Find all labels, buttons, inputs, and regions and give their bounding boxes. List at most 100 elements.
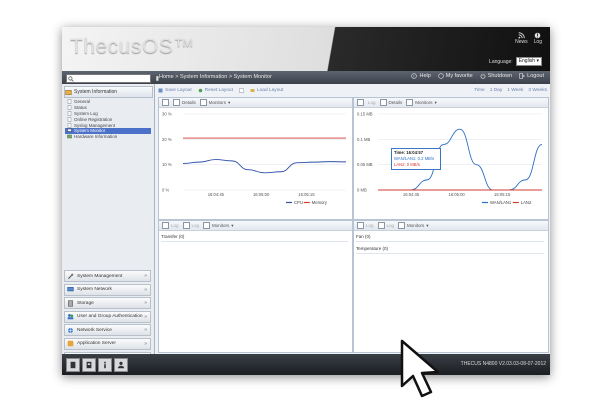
tooltip-lan2: LAN2: 0 MB/s [394,162,420,167]
panel-menu-button[interactable] [162,99,169,106]
menu-item-system-network[interactable]: System Network » [64,283,151,296]
user-icon[interactable] [114,358,128,372]
tree-item-label: Hardware Information [74,134,118,140]
checkbox-icon [406,99,414,106]
status-icon[interactable] [82,358,96,372]
shutdown-button[interactable]: Shutdown [480,73,512,79]
network-panel: Log Details Monitors ▾ 0.15 MB 0.1 MB 0.05… [353,97,549,220]
log-label-2: Log [386,223,395,228]
tools-icon [67,273,74,280]
help-icon: ? [411,73,418,79]
menu-item-system-management[interactable]: System Management » [64,270,151,282]
logout-button[interactable]: Logout [519,73,544,79]
checkbox-icon [357,222,364,229]
monitors-button[interactable]: Monitors ▾ [406,99,437,106]
log-label-2: Log [191,223,200,228]
brand-logo: ThecusOS™ [70,35,195,58]
divider [161,241,348,242]
checkbox-icon [398,222,406,229]
monitor-icon [67,128,72,133]
language-select[interactable]: English ▾ [515,57,542,66]
language-value: English [518,58,536,64]
news-link[interactable]: News [515,32,528,45]
legend-label: LAN2 [521,200,532,205]
log-button-2[interactable]: Log [377,222,395,229]
info-icon[interactable] [98,358,112,372]
tree-item-label: System Monitor [74,128,106,134]
monitors-label: Monitors [415,100,433,105]
monitors-button[interactable]: Monitors ▾ [203,222,234,229]
panel-toolbar: Log Log Monitors ▾ [159,221,352,231]
top-actions: ? Help My favorite Shutdown Logout [411,73,544,79]
alert-icon [535,32,541,39]
search-icon [67,75,74,82]
legend-label: Memory [312,200,328,205]
panel-toolbar: Log Details Monitors ▾ [354,98,548,108]
save-layout-label: Save Layout [165,88,192,93]
menu-item-label: Storage [77,300,94,306]
save-layout-button[interactable]: Save Layout [158,88,192,93]
log-link[interactable]: Log [534,32,542,45]
monitors-button[interactable]: Monitors ▾ [398,222,429,229]
menu-item-label: System Management [77,273,123,279]
menu-item-storage[interactable]: Storage » [64,297,151,310]
details-button[interactable]: Details [379,99,402,106]
checkbox-icon [182,222,190,229]
monitors-button[interactable]: Monitors ▾ [199,99,230,106]
log-button[interactable]: Log [368,100,376,105]
time-1day-option[interactable]: 1 Day [490,88,503,93]
tree-item-hardware-information[interactable]: Hardware Information [65,134,151,140]
checkbox-icon [162,222,169,229]
y-tick-label: 0.05 MB [357,162,373,167]
fan-temperature-panel: Log Log Monitors ▾ Fan (0) Temperature (… [353,220,549,353]
page-icon [67,122,72,128]
transfer-label: Transfer (0) [161,234,185,239]
time-label: Time [474,88,485,93]
menu-item-application-server[interactable]: Application Server » [64,337,151,350]
load-icon [250,89,255,92]
page-icon [67,117,72,122]
status-footer: THECUS N4800 V2.03.03-08-07-2012 [62,354,550,375]
network-service-icon [67,327,74,334]
cpu-memory-panel: Details Monitors ▾ 30 % 20 % 10 % 0 % 16:04:… [158,97,353,220]
x-tick-label: 16:05:00 [448,192,465,197]
favorite-button[interactable]: My favorite [438,73,473,79]
layout-select[interactable] [238,88,244,93]
tree-item-label: General [74,99,91,105]
temperature-label: Temperature (0) [356,246,389,251]
time-3weeks-option[interactable]: 3 Weeks [528,88,547,93]
legend-label: WAN/LAN1 [490,200,512,205]
x-tick-label: 16:05:15 [298,192,315,197]
section-title: System Information [74,89,118,95]
menu-item-label: Application Server [77,341,116,347]
expand-icon: » [144,300,147,307]
x-tick-label: 16:04:45 [208,192,225,197]
disk-icon[interactable] [66,358,80,372]
monitors-label: Monitors [212,223,230,228]
x-tick-label: 16:05:15 [494,192,511,197]
save-icon [158,88,163,93]
log-button[interactable]: Log [357,222,374,229]
checkbox-icon [162,99,169,106]
log-button-2[interactable]: Log [182,222,200,229]
checkbox-icon [173,99,180,106]
y-tick-label: 10 % [162,162,172,167]
favorite-label: My favorite [445,73,473,79]
page-icon [67,99,72,105]
panel-toolbar: Details Monitors ▾ [159,98,352,108]
menu-item-user-group-authentication[interactable]: User and Group Authentication» [64,310,151,323]
panel-menu-button[interactable] [357,99,364,106]
load-layout-button[interactable]: Load Layout [250,88,283,93]
menu-item-label: Network Service [77,327,112,333]
reset-layout-button[interactable]: Reset Layout [198,88,233,93]
help-button[interactable]: ? Help [411,73,431,79]
details-button[interactable]: Details [173,99,196,106]
time-1week-option[interactable]: 1 Week [507,88,523,93]
menu-search-input[interactable]: ▮ [66,74,159,83]
help-label: Help [419,73,431,79]
section-header-system-information[interactable]: System Information [64,86,153,98]
menu-item-network-service[interactable]: Network Service » [64,324,151,337]
app-server-icon [67,340,74,347]
log-button[interactable]: Log [162,222,179,229]
log-label: Log [368,100,376,105]
